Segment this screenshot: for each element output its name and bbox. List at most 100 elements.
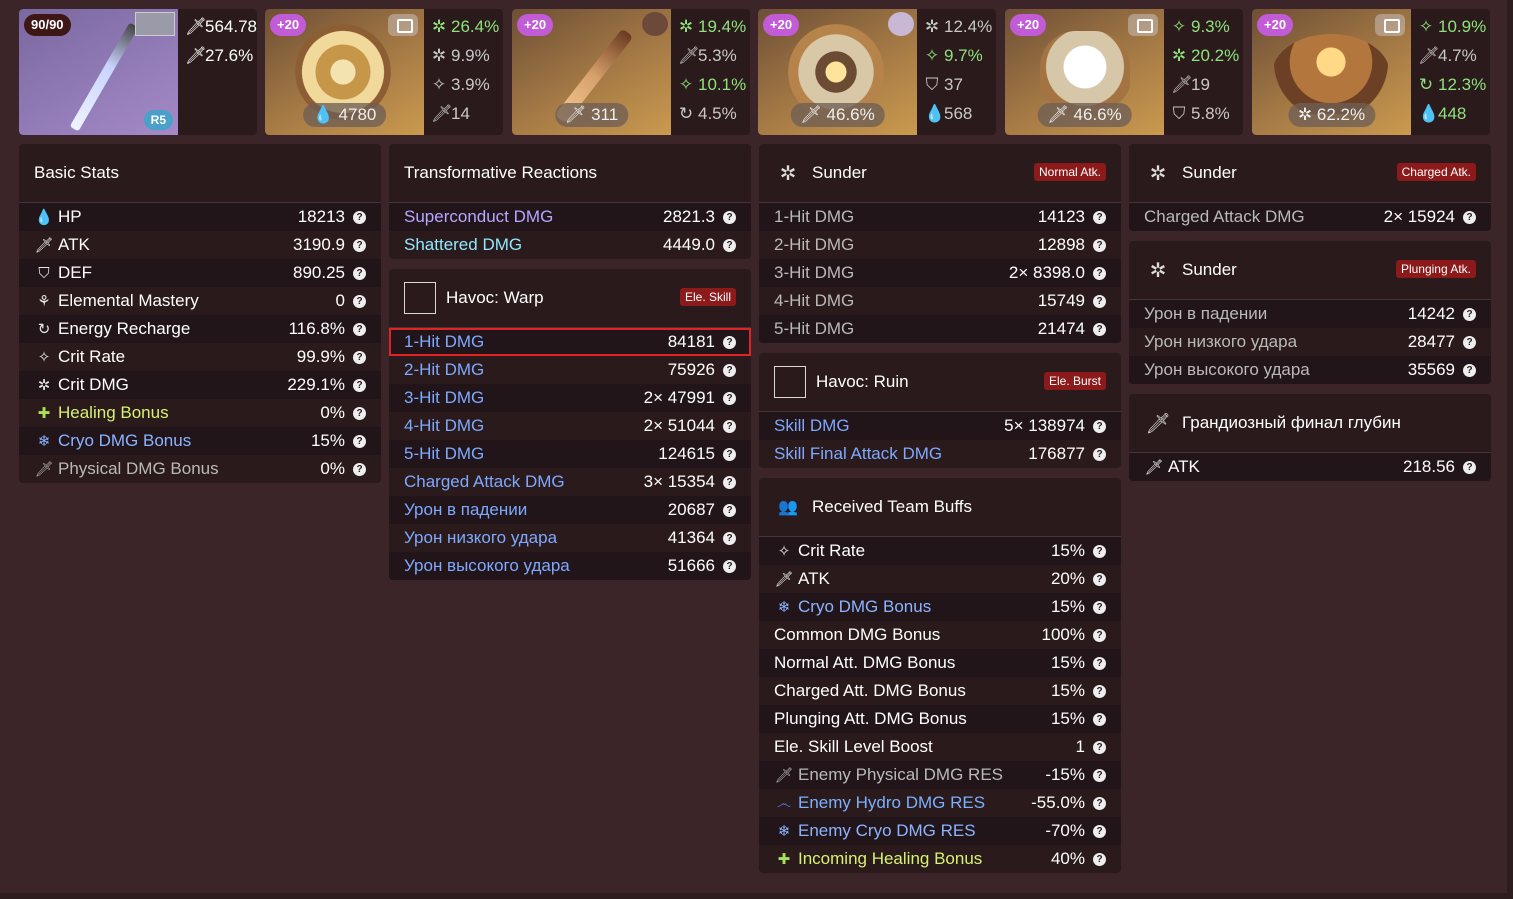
panel-header: Transformative Reactions [389, 144, 751, 203]
help-icon[interactable]: ? [1093, 768, 1106, 782]
artifact-goblet[interactable]: +20 🗡 46.6% ✧ 9.3% ✲ 20.2% 🗡19 ⛉ 5.8% [1005, 9, 1243, 135]
help-icon[interactable]: ? [1093, 266, 1106, 280]
help-icon[interactable]: ? [1463, 307, 1476, 321]
set-briefcase-icon[interactable] [388, 14, 418, 36]
help-icon[interactable]: ? [353, 434, 366, 448]
crit-rate-icon: ✧ [431, 75, 447, 94]
help-icon[interactable]: ? [353, 462, 366, 476]
help-icon[interactable]: ? [1093, 600, 1106, 614]
build-page: 90/90 R5 🗡564.78 🗡27.6% +20 💧 4780 ✲ 26.4… [0, 0, 1507, 893]
crit-dmg-icon: ✲ [37, 377, 51, 394]
help-icon[interactable]: ? [1093, 238, 1106, 252]
substat: 🗡4.7% [1418, 44, 1490, 73]
help-icon[interactable]: ? [723, 559, 736, 573]
weapon-substat: 🗡27.6% [185, 44, 257, 73]
hp-icon: 💧 [1418, 104, 1440, 123]
help-icon[interactable]: ? [1093, 712, 1106, 726]
help-icon[interactable]: ? [353, 210, 366, 224]
help-icon[interactable]: ? [1093, 684, 1106, 698]
crit-rate-icon: ✧ [1418, 17, 1434, 36]
damage-row: 4-Hit DMG 15749? [759, 287, 1121, 315]
artifact-sands[interactable]: +20 🗡 46.6% ✲ 12.4% ✧ 9.7% ⛉ 37 💧568 [758, 9, 996, 135]
damage-row: 5-Hit DMG 124615? [389, 440, 751, 468]
help-icon[interactable]: ? [1093, 210, 1106, 224]
substat: ✧ 10.9% [1418, 15, 1490, 44]
circlet-icon [1272, 34, 1390, 114]
healing-cross-icon: ✚ [37, 405, 51, 422]
help-icon[interactable]: ? [1093, 419, 1106, 433]
help-icon[interactable]: ? [1093, 656, 1106, 670]
help-icon[interactable]: ? [723, 475, 736, 489]
help-icon[interactable]: ? [1093, 572, 1106, 586]
sunder-normal-panel: ✲ Sunder Normal Atk. 1-Hit DMG 14123? 2-Hit… [759, 144, 1121, 343]
hp-icon: 💧 [924, 104, 946, 123]
help-icon[interactable]: ? [1093, 447, 1106, 461]
help-icon[interactable]: ? [723, 531, 736, 545]
help-icon[interactable]: ? [723, 447, 736, 461]
weapon-card[interactable]: 90/90 R5 🗡564.78 🗡27.6% [19, 9, 257, 135]
panel-header: Havoc: Ruin Ele. Burst [759, 353, 1121, 412]
help-icon[interactable]: ? [1093, 740, 1106, 754]
help-icon[interactable]: ? [723, 391, 736, 405]
help-icon[interactable]: ? [723, 210, 736, 224]
help-icon[interactable]: ? [723, 238, 736, 252]
artifact-flower[interactable]: +20 💧 4780 ✲ 26.4% ✲ 9.9% ✧ 3.9% 🗡14 [265, 9, 503, 135]
level-badge: +20 [1257, 14, 1294, 36]
transformative-panel: Transformative Reactions Superconduct DM… [389, 144, 751, 259]
help-icon[interactable]: ? [1463, 363, 1476, 377]
artifact-plume[interactable]: +20 🗡 311 ✲ 19.4% 🗡5.3% ✧ 10.1% ↻ 4.5% [512, 9, 750, 135]
substat: ✧ 10.1% [678, 73, 750, 102]
help-icon[interactable]: ? [353, 322, 366, 336]
weapon-level-badge: 90/90 [24, 14, 71, 36]
burst-icon [774, 366, 806, 398]
buff-row: Normal Att. DMG Bonus 15%? [759, 649, 1121, 677]
stat-row-er: ↻ Energy Recharge 116.8%? [19, 315, 381, 343]
substat: 💧448 [1418, 102, 1490, 131]
elemental-mastery-icon: ⚘ [37, 293, 51, 310]
help-icon[interactable]: ? [1463, 210, 1476, 224]
def-icon: ⛉ [925, 75, 939, 94]
help-icon[interactable]: ? [353, 406, 366, 420]
help-icon[interactable]: ? [1093, 628, 1106, 642]
panel-header: ✲ Sunder Normal Atk. [759, 144, 1121, 203]
stat-row-crit-rate: ✧ Crit Rate 99.9%? [19, 343, 381, 371]
help-icon[interactable]: ? [1093, 852, 1106, 866]
help-icon[interactable]: ? [1463, 335, 1476, 349]
artifact-circlet[interactable]: +20 ✲ 62.2% ✧ 10.9% 🗡4.7% ↻ 12.3% 💧448 [1252, 9, 1490, 135]
buff-row: ❄ Enemy Cryo DMG RES -70%? [759, 817, 1121, 845]
refine-badge: R5 [143, 110, 173, 130]
help-icon[interactable]: ? [353, 350, 366, 364]
set-briefcase-icon[interactable] [1128, 14, 1158, 36]
help-icon[interactable]: ? [1463, 460, 1476, 474]
help-icon[interactable]: ? [353, 378, 366, 392]
panel-header: 🗡 Грандиозный финал глубин [1129, 394, 1491, 453]
panel-header: ✲ Sunder Plunging Atk. [1129, 241, 1491, 300]
damage-row: Урон высокого удара 51666? [389, 552, 751, 580]
help-icon[interactable]: ? [1093, 322, 1106, 336]
substat: ✲ 12.4% [924, 15, 996, 44]
help-icon[interactable]: ? [723, 419, 736, 433]
reaction-row: Shattered DMG 4449.0? [389, 231, 751, 259]
help-icon[interactable]: ? [723, 335, 736, 349]
help-icon[interactable]: ? [723, 503, 736, 517]
help-icon[interactable]: ? [353, 238, 366, 252]
panel-title: Transformative Reactions [404, 163, 598, 182]
character-avatar [642, 12, 668, 36]
help-icon[interactable]: ? [353, 266, 366, 280]
help-icon[interactable]: ? [1093, 824, 1106, 838]
energy-recharge-icon: ↻ [37, 321, 51, 338]
help-icon[interactable]: ? [723, 363, 736, 377]
buff-row: ❄ Cryo DMG Bonus 15%? [759, 593, 1121, 621]
hydro-icon: ෴ [776, 794, 792, 812]
character-portrait [135, 12, 175, 36]
set-briefcase-icon[interactable] [1375, 14, 1405, 36]
skill-type-tag: Ele. Skill [679, 288, 736, 306]
main-stat: ✲ 62.2% [1287, 103, 1376, 127]
damage-row-selected[interactable]: 1-Hit DMG 84181? [389, 328, 751, 356]
help-icon[interactable]: ? [353, 294, 366, 308]
help-icon[interactable]: ? [1093, 544, 1106, 558]
def-icon: ⛉ [1172, 104, 1186, 123]
help-icon[interactable]: ? [1093, 294, 1106, 308]
damage-row: Урон высокого удара 35569? [1129, 356, 1491, 384]
help-icon[interactable]: ? [1093, 796, 1106, 810]
